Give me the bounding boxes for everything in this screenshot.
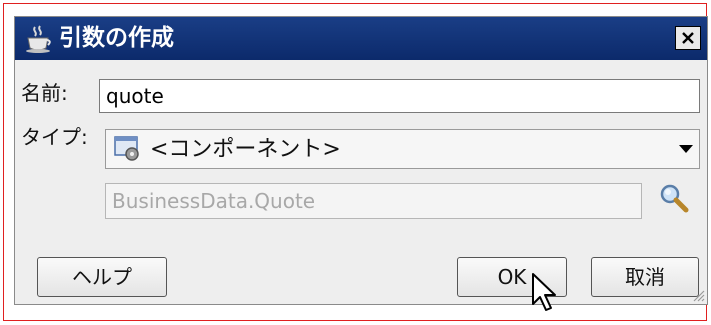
close-icon — [682, 32, 694, 44]
type-label: タイプ: — [21, 125, 88, 149]
resize-grip-icon[interactable] — [691, 288, 705, 302]
cancel-button[interactable]: 取消 — [591, 257, 699, 297]
type-selected-value: <コンポーネント> — [150, 137, 341, 162]
dialog-titlebar[interactable]: 引数の作成 — [15, 17, 707, 60]
screenshot-frame: 引数の作成 名前: タイプ: <コンポーネント> BusinessData.Qu… — [3, 3, 708, 321]
create-argument-dialog: 引数の作成 名前: タイプ: <コンポーネント> BusinessData.Qu… — [14, 16, 708, 305]
dialog-title: 引数の作成 — [59, 25, 174, 51]
name-input[interactable] — [99, 79, 700, 113]
chevron-down-icon[interactable] — [679, 145, 693, 153]
help-button[interactable]: ヘルプ — [37, 257, 167, 297]
close-button[interactable] — [675, 26, 701, 50]
component-gear-icon — [114, 136, 139, 161]
name-label: 名前: — [21, 81, 68, 105]
class-name-field: BusinessData.Quote — [105, 183, 642, 219]
search-icon[interactable] — [659, 183, 689, 213]
mouse-pointer-icon — [532, 273, 556, 311]
coffee-cup-icon — [26, 25, 51, 53]
type-dropdown[interactable]: <コンポーネント> — [105, 129, 700, 169]
